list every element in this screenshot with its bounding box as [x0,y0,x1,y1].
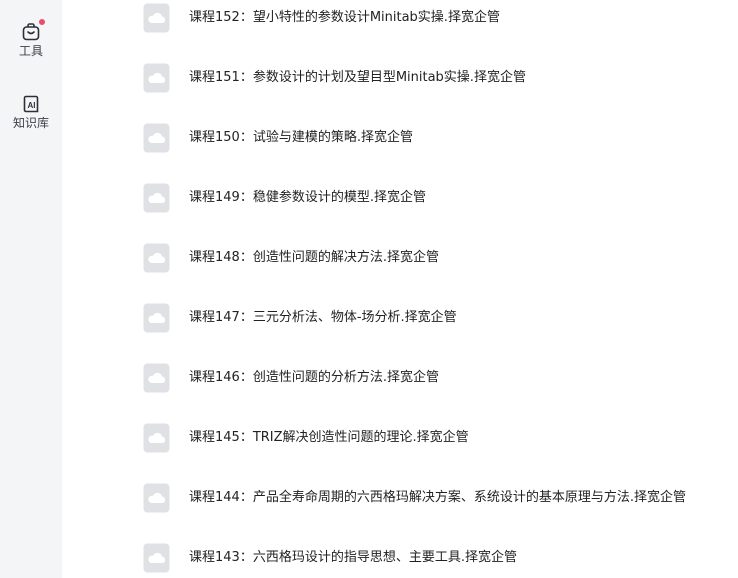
file-name: 课程143：六西格玛设计的指导思想、主要工具.择宽企管 [189,550,517,565]
file-row[interactable]: 课程146：创造性问题的分析方法.择宽企管 [62,360,738,396]
svg-text:AI: AI [28,101,36,110]
file-row[interactable]: 课程143：六西格玛设计的指导思想、主要工具.择宽企管 [62,540,738,576]
notification-dot [39,19,45,25]
cloud-file-icon [143,123,170,153]
cloud-file-icon [143,303,170,333]
file-row[interactable]: 课程151：参数设计的计划及望目型Minitab实操.择宽企管 [62,60,738,96]
file-row[interactable]: 课程147：三元分析法、物体-场分析.择宽企管 [62,300,738,336]
file-name: 课程149：稳健参数设计的模型.择宽企管 [189,190,426,205]
file-name: 课程151：参数设计的计划及望目型Minitab实操.择宽企管 [189,70,526,85]
file-name: 课程150：试验与建模的策略.择宽企管 [189,130,413,145]
file-list-panel: 课程152：望小特性的参数设计Minitab实操.择宽企管 课程151：参数设计… [62,0,738,578]
cloud-file-icon [143,183,170,213]
cloud-file-icon [143,243,170,273]
cloud-file-icon [143,63,170,93]
sidebar: 工具 AI 知识库 [0,0,62,578]
file-name: 课程146：创造性问题的分析方法.择宽企管 [189,370,439,385]
toolbox-icon [20,19,45,43]
cloud-file-icon [143,363,170,393]
cloud-file-icon [143,3,170,33]
file-name: 课程152：望小特性的参数设计Minitab实操.择宽企管 [189,10,500,25]
file-name: 课程147：三元分析法、物体-场分析.择宽企管 [189,310,457,325]
cloud-file-icon [143,543,170,573]
sidebar-item-label: 知识库 [12,116,49,130]
file-row[interactable]: 课程145：TRIZ解决创造性问题的理论.择宽企管 [62,420,738,456]
file-row[interactable]: 课程150：试验与建模的策略.择宽企管 [62,120,738,156]
cloud-file-icon [143,423,170,453]
file-name: 课程144：产品全寿命周期的六西格玛解决方案、系统设计的基本原理与方法.择宽企管 [189,490,686,505]
cloud-file-icon [143,483,170,513]
file-row[interactable]: 课程148：创造性问题的解决方法.择宽企管 [62,240,738,276]
sidebar-item-knowledge-base[interactable]: AI 知识库 [0,93,62,130]
sidebar-item-label: 工具 [18,44,43,58]
file-row[interactable]: 课程152：望小特性的参数设计Minitab实操.择宽企管 [62,0,738,36]
file-name: 课程148：创造性问题的解决方法.择宽企管 [189,250,439,265]
sidebar-item-tools[interactable]: 工具 [0,19,62,58]
knowledge-base-icon: AI [20,93,42,115]
file-row[interactable]: 课程149：稳健参数设计的模型.择宽企管 [62,180,738,216]
file-name: 课程145：TRIZ解决创造性问题的理论.择宽企管 [189,430,469,445]
file-row[interactable]: 课程144：产品全寿命周期的六西格玛解决方案、系统设计的基本原理与方法.择宽企管 [62,480,738,516]
